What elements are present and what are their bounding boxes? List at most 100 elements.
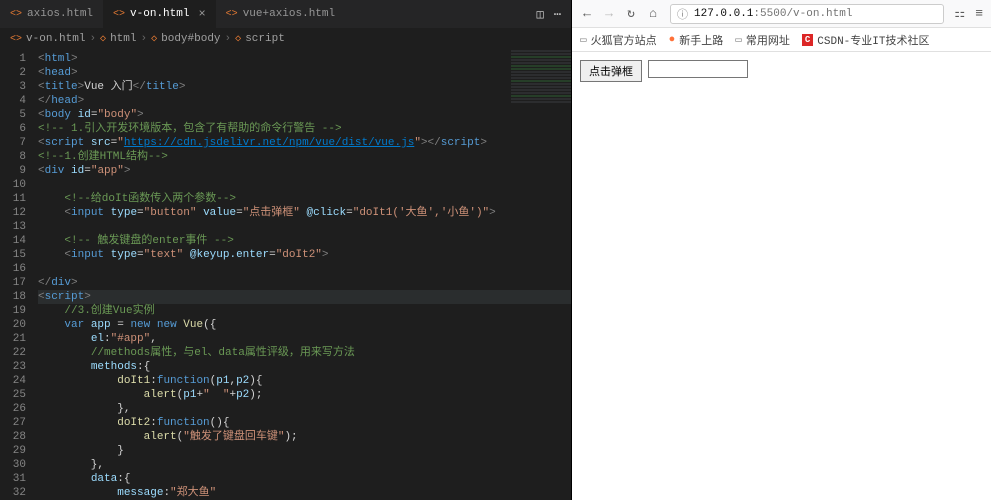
line-number: 25 xyxy=(0,388,26,402)
chevron-right-icon: › xyxy=(225,33,232,45)
bookmark-item[interactable]: ● 新手上路 xyxy=(669,32,724,48)
browser-toolbar: ← → ↻ ⌂ ⓘ 127.0.0.1:5500/v-on.html ⚏ ≡ xyxy=(572,0,991,28)
line-number: 18 xyxy=(0,290,26,304)
menu-icon[interactable]: ≡ xyxy=(975,6,983,21)
breadcrumb-item[interactable]: v-on.html xyxy=(26,33,85,45)
code-line[interactable]: <div id="app"> xyxy=(38,164,571,178)
code-line[interactable]: <title>Vue 入门</title> xyxy=(38,80,571,94)
code-line[interactable]: data:{ xyxy=(38,472,571,486)
line-number: 1 xyxy=(0,52,26,66)
code-line[interactable]: //methods属性，与el、data属性评级，用来写方法 xyxy=(38,346,571,360)
line-number: 13 xyxy=(0,220,26,234)
minimap[interactable] xyxy=(511,50,571,170)
code-line[interactable] xyxy=(38,262,571,276)
forward-button[interactable]: → xyxy=(602,6,616,21)
code-line[interactable]: <head> xyxy=(38,66,571,80)
bookmarks-bar: ▭ 火狐官方站点 ● 新手上路 ▭ 常用网址 C CSDN-专业IT技术社区 xyxy=(572,28,991,52)
bookmark-item[interactable]: ▭ 常用网址 xyxy=(735,32,790,48)
line-number: 7 xyxy=(0,136,26,150)
line-number: 11 xyxy=(0,192,26,206)
code-line[interactable]: alert(p1+" "+p2); xyxy=(38,388,571,402)
back-button[interactable]: ← xyxy=(580,6,594,21)
line-number: 29 xyxy=(0,444,26,458)
line-number: 32 xyxy=(0,486,26,500)
code-line[interactable]: </div> xyxy=(38,276,571,290)
bookmark-item[interactable]: C CSDN-专业IT技术社区 xyxy=(802,32,930,48)
click-popup-button[interactable]: 点击弹框 xyxy=(580,60,642,82)
tab-label: v-on.html xyxy=(130,8,189,20)
line-number: 8 xyxy=(0,150,26,164)
code-line[interactable]: <input type="text" @keyup.enter="doIt2"> xyxy=(38,248,571,262)
breadcrumb-item[interactable]: html xyxy=(110,33,136,45)
code-line[interactable]: //3.创建Vue实例 xyxy=(38,304,571,318)
extension-icon[interactable]: ⚏ xyxy=(954,6,965,21)
breadcrumb[interactable]: <> v-on.html › ◇ html › ◇ body#body › ◇ … xyxy=(0,28,571,50)
editor-tab[interactable]: <>v-on.html× xyxy=(103,0,216,28)
code-line[interactable]: alert("触发了键盘回车键"); xyxy=(38,430,571,444)
code-line[interactable]: var app = new new Vue({ xyxy=(38,318,571,332)
bookmark-label: 火狐官方站点 xyxy=(591,32,657,48)
line-number: 12 xyxy=(0,206,26,220)
line-number: 3 xyxy=(0,80,26,94)
text-input[interactable] xyxy=(648,60,748,78)
code-line[interactable]: <!-- 1.引入开发环境版本，包含了有帮助的命令行警告 --> xyxy=(38,122,571,136)
code-line[interactable] xyxy=(38,220,571,234)
code-line[interactable]: <!--1.创建HTML结构--> xyxy=(38,150,571,164)
code-line[interactable]: <html> xyxy=(38,52,571,66)
code-line[interactable]: el:"#app", xyxy=(38,332,571,346)
editor-body[interactable]: 1234567891011121314151617181920212223242… xyxy=(0,50,571,500)
code-area[interactable]: <html><head><title>Vue 入门</title></head>… xyxy=(38,50,571,500)
code-line[interactable]: <!--给doIt函数传入两个参数--> xyxy=(38,192,571,206)
home-button[interactable]: ⌂ xyxy=(646,6,660,21)
line-number: 16 xyxy=(0,262,26,276)
reload-button[interactable]: ↻ xyxy=(624,6,638,21)
html-file-icon: <> xyxy=(10,9,22,20)
line-number: 31 xyxy=(0,472,26,486)
tab-actions: ◫ ⋯ xyxy=(527,7,571,22)
line-number: 6 xyxy=(0,122,26,136)
url-bar[interactable]: ⓘ 127.0.0.1:5500/v-on.html xyxy=(670,4,944,24)
info-icon[interactable]: ⓘ xyxy=(677,6,688,22)
code-line[interactable]: <script src="https://cdn.jsdelivr.net/np… xyxy=(38,136,571,150)
line-number: 17 xyxy=(0,276,26,290)
line-number: 28 xyxy=(0,430,26,444)
code-line[interactable]: doIt2:function(){ xyxy=(38,416,571,430)
csdn-icon: C xyxy=(802,34,813,46)
nav-buttons: ← → ↻ ⌂ xyxy=(580,6,660,21)
line-number: 15 xyxy=(0,248,26,262)
file-icon: <> xyxy=(10,34,22,45)
editor-tab[interactable]: <>vue+axios.html xyxy=(216,0,345,28)
chevron-right-icon: › xyxy=(89,33,96,45)
code-line[interactable]: </head> xyxy=(38,94,571,108)
code-line[interactable] xyxy=(38,178,571,192)
code-line[interactable]: doIt1:function(p1,p2){ xyxy=(38,374,571,388)
editor-tab[interactable]: <>axios.html xyxy=(0,0,103,28)
line-number: 4 xyxy=(0,94,26,108)
bookmark-label: CSDN-专业IT技术社区 xyxy=(817,32,929,48)
code-line[interactable]: <body id="body"> xyxy=(38,108,571,122)
more-actions-icon[interactable]: ⋯ xyxy=(554,7,561,22)
tag-icon: ◇ xyxy=(100,33,106,45)
code-line[interactable]: <!-- 触发键盘的enter事件 --> xyxy=(38,234,571,248)
html-file-icon: <> xyxy=(226,9,238,20)
breadcrumb-item[interactable]: script xyxy=(245,33,285,45)
code-line[interactable]: }, xyxy=(38,402,571,416)
code-line[interactable]: <script> xyxy=(38,290,571,304)
line-number: 23 xyxy=(0,360,26,374)
close-icon[interactable]: × xyxy=(198,7,205,21)
tabs-container: <>axios.html<>v-on.html×<>vue+axios.html xyxy=(0,0,345,28)
code-line[interactable]: <input type="button" value="点击弹框" @click… xyxy=(38,206,571,220)
folder-icon: ▭ xyxy=(580,33,587,47)
line-number: 21 xyxy=(0,332,26,346)
line-number: 24 xyxy=(0,374,26,388)
bookmark-label: 常用网址 xyxy=(746,32,790,48)
breadcrumb-item[interactable]: body#body xyxy=(161,33,220,45)
line-number: 27 xyxy=(0,416,26,430)
code-line[interactable]: }, xyxy=(38,458,571,472)
bookmark-item[interactable]: ▭ 火狐官方站点 xyxy=(580,32,657,48)
code-line[interactable]: } xyxy=(38,444,571,458)
code-line[interactable]: message:"郑大鱼" xyxy=(38,486,571,500)
line-number: 20 xyxy=(0,318,26,332)
split-editor-icon[interactable]: ◫ xyxy=(537,7,544,22)
code-line[interactable]: methods:{ xyxy=(38,360,571,374)
